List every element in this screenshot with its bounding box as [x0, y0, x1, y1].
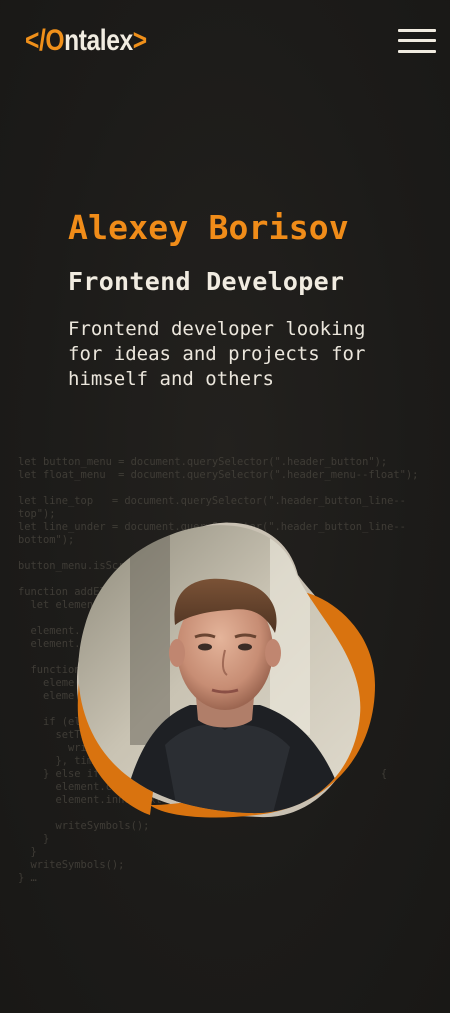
logo[interactable]: </Ontalex>	[25, 23, 147, 59]
page: </Ontalex> Alexey Borisov Frontend Devel…	[0, 0, 450, 1013]
hero-name: Alexey Borisov	[68, 208, 349, 247]
hero-description: Frontend developer looking for ideas and…	[68, 318, 366, 390]
logo-initial: O	[45, 24, 65, 57]
menu-line-top	[398, 29, 436, 32]
profile-blob-svg	[76, 522, 375, 818]
site-header: </Ontalex>	[0, 0, 450, 82]
hero-role: Frontend Developer	[68, 267, 345, 296]
hamburger-menu-icon[interactable]	[398, 28, 436, 54]
logo-open-bracket: </	[25, 24, 46, 57]
profile-photo	[70, 515, 380, 825]
logo-text: ntalex	[64, 24, 133, 57]
menu-line-middle	[398, 39, 436, 42]
logo-close-bracket: >	[132, 24, 147, 57]
menu-line-bottom	[398, 50, 436, 53]
